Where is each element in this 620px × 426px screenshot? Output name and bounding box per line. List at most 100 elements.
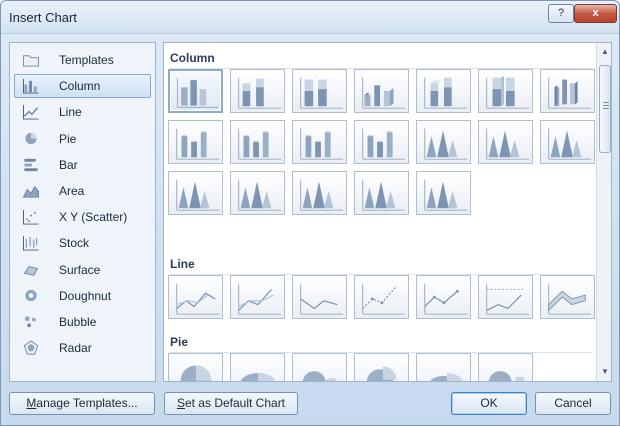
folder-icon <box>22 52 40 68</box>
doughnut-chart-icon <box>22 288 40 304</box>
column-chart-preview-icon <box>486 75 530 109</box>
line-chart-preview-icon <box>238 283 282 315</box>
pie-chart-preview-icon <box>180 365 212 381</box>
category-item-stock[interactable]: Stock <box>14 231 151 255</box>
column-chart-preview-icon <box>362 179 406 211</box>
category-label: Bubble <box>59 315 97 329</box>
manage-templates-mnemonic: M <box>26 396 37 410</box>
pie-chart-preview-icon <box>488 371 525 381</box>
column-chart-preview-icon <box>238 77 282 109</box>
category-label: Stock <box>59 236 90 251</box>
column-chart-thumbnail[interactable] <box>540 69 595 113</box>
category-label: Pie <box>59 131 77 146</box>
category-item-doughnut[interactable]: Doughnut <box>14 284 151 308</box>
column-chart-thumbnail[interactable] <box>168 171 223 215</box>
line-chart-thumbnail[interactable] <box>478 275 533 319</box>
gallery-scrollbar[interactable]: ▲ ▼ <box>596 43 611 381</box>
cancel-button[interactable]: Cancel <box>535 392 611 415</box>
pie-chart-thumbnail[interactable] <box>292 353 347 381</box>
column-chart-thumbnail[interactable] <box>292 171 347 215</box>
ok-button[interactable]: OK <box>451 392 527 415</box>
column-chart-thumbnail[interactable] <box>416 120 471 164</box>
pie-chart-thumbnail[interactable] <box>168 353 223 381</box>
category-item-templates[interactable]: Templates <box>14 48 151 72</box>
column-chart-preview-icon <box>424 179 468 211</box>
column-chart-thumbnail[interactable] <box>354 69 409 113</box>
category-label: Radar <box>59 341 92 356</box>
line-chart-thumbnail[interactable] <box>416 275 471 319</box>
column-chart-thumbnail[interactable] <box>540 120 595 164</box>
set-as-default-chart-button[interactable]: Set as Default Chart <box>164 392 298 415</box>
column-chart-preview-icon <box>238 179 282 211</box>
column-chart-preview-icon <box>362 77 406 109</box>
line-chart-thumbnail[interactable] <box>168 275 223 319</box>
category-label: Doughnut <box>59 288 112 303</box>
category-item-x-y-scatter[interactable]: X Y (Scatter) <box>14 205 151 229</box>
gallery-section-line: Line <box>170 257 195 271</box>
line-chart-thumbnail[interactable] <box>540 275 595 319</box>
grip-line <box>603 102 609 103</box>
scatter-chart-icon <box>22 209 40 225</box>
column-chart-preview-icon <box>424 128 468 160</box>
stock-chart-icon <box>22 235 40 251</box>
category-item-line[interactable]: Line <box>14 100 151 124</box>
category-item-surface[interactable]: Surface <box>14 258 151 282</box>
pie-chart-preview-icon <box>302 371 338 381</box>
column-chart-thumbnail[interactable] <box>230 69 285 113</box>
line-chart-preview-icon <box>486 283 530 315</box>
bubble-chart-icon <box>22 314 40 330</box>
pie-chart-preview-icon <box>240 373 276 381</box>
column-chart-thumbnail[interactable] <box>168 69 223 113</box>
line-chart-preview-icon <box>424 283 468 315</box>
scrollbar-thumb[interactable] <box>599 65 611 153</box>
surface-chart-icon <box>22 262 40 278</box>
column-chart-thumbnail[interactable] <box>416 171 471 215</box>
column-chart-thumbnail[interactable] <box>230 171 285 215</box>
chart-category-list: Templates Column Line Pie Bar Area X Y (Scatte… <box>9 42 156 382</box>
category-item-radar[interactable]: Radar <box>14 336 151 360</box>
scroll-down-icon[interactable]: ▼ <box>597 364 611 380</box>
column-chart-thumbnail[interactable] <box>292 120 347 164</box>
line-chart-thumbnail[interactable] <box>292 275 347 319</box>
category-label: Line <box>59 105 82 120</box>
category-item-bubble[interactable]: Bubble <box>14 310 151 334</box>
column-chart-thumbnail[interactable] <box>168 120 223 164</box>
area-chart-icon <box>22 183 40 199</box>
category-label: Bar <box>59 157 78 172</box>
pie-chart-thumbnail[interactable] <box>230 353 285 381</box>
scroll-up-icon[interactable]: ▲ <box>597 44 611 60</box>
title-bar[interactable]: Insert Chart ? x <box>1 1 619 34</box>
column-chart-preview-icon <box>176 179 220 211</box>
set-default-mnemonic: S <box>176 396 185 410</box>
column-chart-thumbnail[interactable] <box>292 69 347 113</box>
column-chart-thumbnail[interactable] <box>478 69 533 113</box>
category-item-area[interactable]: Area <box>14 179 151 203</box>
column-chart-thumbnail[interactable] <box>354 120 409 164</box>
column-chart-thumbnail[interactable] <box>230 120 285 164</box>
column-chart-preview-icon <box>300 77 344 109</box>
help-button[interactable]: ? <box>548 4 574 23</box>
line-chart-thumbnail[interactable] <box>230 275 285 319</box>
pie-chart-thumbnail[interactable] <box>416 353 471 381</box>
gallery-section-pie: Pie <box>170 335 189 349</box>
line-chart-preview-icon <box>362 283 406 315</box>
close-button[interactable]: x <box>574 4 617 23</box>
pie-chart-thumbnail[interactable] <box>354 353 409 381</box>
set-default-label: et as Default Chart <box>184 396 286 410</box>
grip-line <box>603 105 609 106</box>
column-chart-preview-icon <box>176 78 219 108</box>
line-chart-thumbnail[interactable] <box>354 275 409 319</box>
pie-chart-icon <box>22 131 40 147</box>
category-item-column[interactable]: Column <box>14 74 151 99</box>
gallery-section-column: Column <box>170 51 215 65</box>
column-chart-thumbnail[interactable] <box>416 69 471 113</box>
column-chart-thumbnail[interactable] <box>478 120 533 164</box>
category-item-pie[interactable]: Pie <box>14 127 151 151</box>
column-chart-preview-icon <box>548 128 592 160</box>
manage-templates-button[interactable]: Manage Templates... <box>9 392 155 415</box>
insert-chart-dialog: Insert Chart ? x Templates Column Line Pie B… <box>0 0 620 426</box>
line-chart-icon <box>22 104 40 120</box>
category-item-bar[interactable]: Bar <box>14 153 151 177</box>
column-chart-thumbnail[interactable] <box>354 171 409 215</box>
pie-chart-thumbnail[interactable] <box>478 353 533 381</box>
